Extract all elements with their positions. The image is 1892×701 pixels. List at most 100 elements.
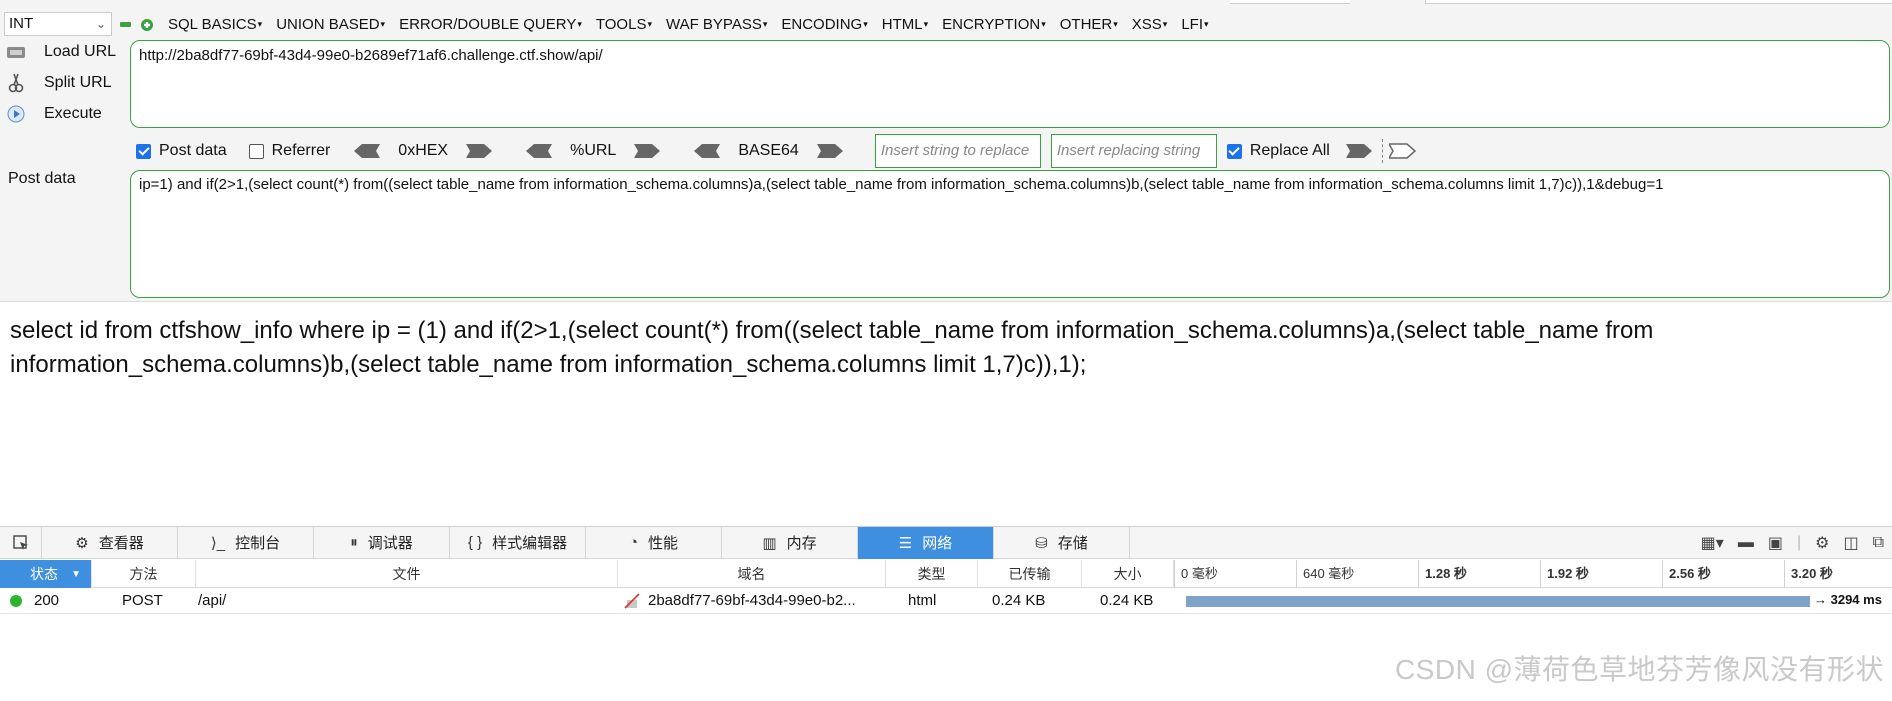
frame-select-icon[interactable]: ▦▾ bbox=[1701, 533, 1724, 553]
memory-icon: ▥ bbox=[762, 534, 777, 552]
hackbar-panel: INT ⌄ SQL BASICS UNION BASED ERROR/DOUBL… bbox=[0, 0, 1892, 302]
row-domain-text: 2ba8df77-69bf-43d4-99e0-b2... bbox=[648, 592, 856, 609]
menu-other[interactable]: OTHER bbox=[1060, 12, 1118, 37]
tab-storage[interactable]: ⛁ 存储 bbox=[994, 526, 1130, 559]
referrer-check bbox=[248, 143, 264, 159]
tab-console-label: 控制台 bbox=[235, 535, 281, 552]
col-file[interactable]: 文件 bbox=[196, 560, 618, 588]
row-size: 0.24 KB bbox=[1100, 592, 1154, 609]
replace-with-input[interactable]: Insert replacing string bbox=[1050, 134, 1217, 168]
row-transferred: 0.24 KB bbox=[992, 592, 1046, 609]
replace-next-arrow-icon[interactable] bbox=[1388, 142, 1417, 160]
base64-encode-arrow-icon[interactable] bbox=[816, 142, 845, 160]
base64-label: BASE64 bbox=[738, 142, 799, 159]
responsive-icon[interactable]: ▣ bbox=[1768, 533, 1783, 553]
referrer-checkbox[interactable]: Referrer bbox=[248, 142, 330, 160]
hex-decode-arrow-icon[interactable] bbox=[352, 142, 381, 160]
tab-debugger-label: 调试器 bbox=[367, 535, 413, 552]
tab-network[interactable]: ☰ 网络 bbox=[858, 526, 994, 559]
devtools-tabbar: ⚙ 查看器 ⟩_ 控制台 ⏸ 调试器 { } 样式编辑器 ◔ 性能 ▥ 内存 ☰… bbox=[0, 526, 1892, 559]
tab-performance-label: 性能 bbox=[648, 535, 679, 552]
tab-style-editor[interactable]: { } 样式编辑器 bbox=[450, 526, 586, 559]
hackbar-menu: SQL BASICS UNION BASED ERROR/DOUBLE QUER… bbox=[168, 12, 1223, 37]
replace-search-input[interactable]: Insert string to replace bbox=[874, 134, 1041, 168]
tab-inspector-label: 查看器 bbox=[98, 535, 144, 552]
menu-union-based[interactable]: UNION BASED bbox=[276, 12, 385, 37]
row-status: 200 bbox=[0, 588, 92, 614]
post-data-checkbox[interactable]: Post data bbox=[136, 142, 227, 160]
menu-xss[interactable]: XSS bbox=[1132, 12, 1168, 37]
insecure-lock-icon bbox=[624, 592, 640, 609]
split-url-button[interactable]: Split URL bbox=[6, 73, 112, 93]
tab-style-editor-label: 样式编辑器 bbox=[492, 535, 568, 552]
minus-plus-icons[interactable] bbox=[120, 18, 154, 32]
scissors-icon bbox=[6, 73, 26, 93]
col-method[interactable]: 方法 bbox=[92, 560, 196, 588]
url-encode-arrow-icon[interactable] bbox=[634, 142, 662, 160]
tab-storage-label: 存储 bbox=[1057, 535, 1088, 552]
dock-icon[interactable]: ▬ bbox=[1738, 534, 1754, 552]
menu-encryption[interactable]: ENCRYPTION bbox=[942, 12, 1046, 37]
waterfall-duration: → 3294 ms bbox=[1814, 592, 1882, 607]
hex-encode-arrow-icon[interactable] bbox=[466, 142, 494, 160]
row-type: html bbox=[908, 592, 937, 609]
url-input[interactable]: http://2ba8df77-69bf-43d4-99e0-b2689ef71… bbox=[130, 40, 1890, 128]
table-row[interactable]: 200 POST /api/ 2ba8df77-69bf-43d4-99e0-b… bbox=[0, 588, 1892, 614]
page-output: select id from ctfshow_info where ip = (… bbox=[10, 317, 1654, 378]
separator bbox=[1381, 139, 1383, 163]
col-transferred[interactable]: 已传输 bbox=[978, 560, 1082, 588]
devtools-toolbar-right: ▦▾ ▬ ▣ | ⚙ ◫ ⧉ bbox=[1701, 527, 1884, 559]
menu-sql-basics[interactable]: SQL BASICS bbox=[168, 12, 262, 37]
replace-all-check bbox=[1226, 143, 1242, 159]
menu-html[interactable]: HTML bbox=[882, 12, 928, 37]
post-data-label: Post data bbox=[8, 170, 76, 187]
tab-console[interactable]: ⟩_ 控制台 bbox=[178, 526, 314, 559]
base64-decode-arrow-icon[interactable] bbox=[692, 142, 721, 160]
col-domain[interactable]: 域名 bbox=[618, 560, 886, 588]
tab-inspector[interactable]: ⚙ 查看器 bbox=[42, 526, 178, 559]
url-decode-arrow-icon[interactable] bbox=[524, 142, 553, 160]
element-picker-icon[interactable] bbox=[0, 526, 42, 559]
replace-all-checkbox[interactable]: Replace All bbox=[1226, 142, 1330, 160]
watermark: CSDN @薄荷色草地芬芳像风没有形状 bbox=[1394, 654, 1884, 685]
type-select[interactable]: INT ⌄ bbox=[4, 12, 112, 36]
tab-network-label: 网络 bbox=[922, 535, 953, 552]
tab-debugger[interactable]: ⏸ 调试器 bbox=[314, 526, 450, 559]
network-icon: ☰ bbox=[898, 534, 913, 552]
sidebar-toggle-icon[interactable]: ◫ bbox=[1843, 533, 1858, 553]
menu-error-double-query[interactable]: ERROR/DOUBLE QUERY bbox=[399, 12, 582, 37]
replace-arrow-icon[interactable] bbox=[1345, 142, 1374, 160]
post-data-checkbox-label: Post data bbox=[159, 142, 227, 159]
waterfall-bar bbox=[1186, 596, 1810, 607]
settings-gear-icon[interactable]: ⚙ bbox=[1815, 533, 1829, 553]
style-editor-icon: { } bbox=[467, 534, 483, 551]
tab-performance[interactable]: ◔ 性能 bbox=[586, 526, 722, 559]
timeline-tick: 3.20 秒 bbox=[1784, 560, 1833, 588]
top-field-mid bbox=[1230, 0, 1350, 4]
tab-memory[interactable]: ▥ 内存 bbox=[722, 526, 858, 559]
col-size[interactable]: 大小 bbox=[1082, 560, 1174, 588]
row-domain: 2ba8df77-69bf-43d4-99e0-b2... bbox=[618, 588, 886, 614]
play-icon bbox=[6, 104, 26, 124]
options-row: Post data Referrer 0xHEX %URL BASE64 Ins… bbox=[136, 134, 1417, 168]
col-status[interactable]: 状态 ▼ bbox=[0, 560, 92, 588]
timeline-tick: 640 毫秒 bbox=[1296, 560, 1354, 588]
load-url-button[interactable]: Load URL bbox=[6, 42, 116, 62]
load-url-label: Load URL bbox=[44, 43, 117, 60]
menu-tools[interactable]: TOOLS bbox=[596, 12, 652, 37]
execute-button[interactable]: Execute bbox=[6, 104, 102, 124]
menu-lfi[interactable]: LFI bbox=[1181, 12, 1208, 37]
hex-encoder: 0xHEX bbox=[352, 142, 494, 160]
url-encoder: %URL bbox=[524, 142, 662, 160]
popout-icon[interactable]: ⧉ bbox=[1873, 534, 1884, 552]
type-select-value: INT bbox=[9, 15, 34, 32]
post-data-input[interactable]: ip=1) and if(2>1,(select count(*) from((… bbox=[130, 170, 1890, 298]
inspector-icon: ⚙ bbox=[75, 534, 89, 552]
col-type[interactable]: 类型 bbox=[886, 560, 978, 588]
timeline-header: 0 毫秒 640 毫秒 1.28 秒 1.92 秒 2.56 秒 3.20 秒 bbox=[1174, 560, 1892, 588]
menu-encoding[interactable]: ENCODING bbox=[781, 12, 867, 37]
menu-waf-bypass[interactable]: WAF BYPASS bbox=[666, 12, 767, 37]
post-data-text: ip=1) and if(2>1,(select count(*) from((… bbox=[139, 176, 1664, 193]
url-label: %URL bbox=[570, 142, 617, 159]
minus-icon bbox=[120, 22, 131, 27]
